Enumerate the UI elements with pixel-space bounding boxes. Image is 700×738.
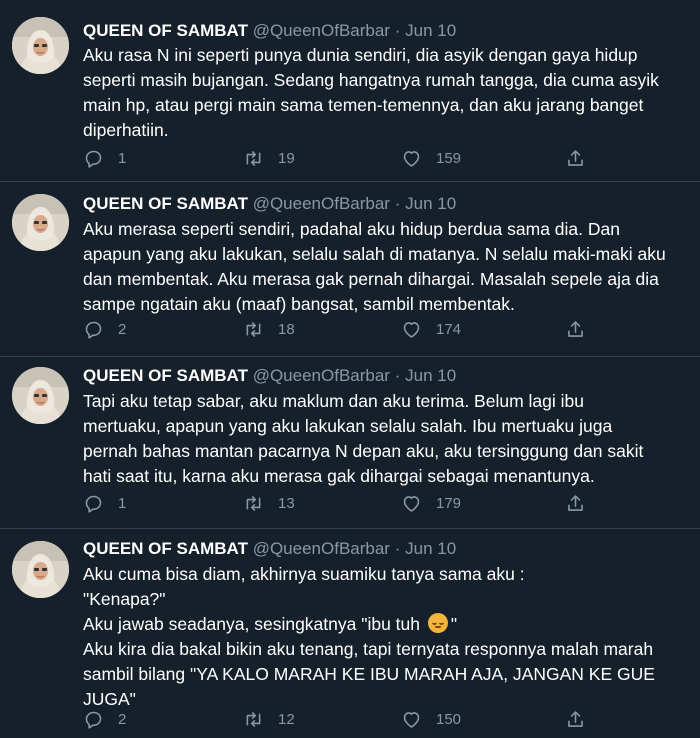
reply-count: 1 (118, 149, 127, 167)
reply-button[interactable]: 1 (83, 492, 126, 514)
author-handle[interactable]: @QueenOfBarbar (253, 366, 390, 385)
retweet-count: 13 (278, 494, 295, 512)
like-button[interactable]: 174 (401, 318, 461, 340)
share-icon (565, 709, 586, 730)
reply-icon (83, 148, 104, 169)
relieved-face-emoji-icon (427, 613, 448, 633)
retweet-button[interactable]: 19 (243, 147, 295, 169)
heart-icon (401, 709, 422, 730)
like-button[interactable]: 179 (401, 492, 461, 514)
tweet-text: Aku merasa seperti sendiri, padahal aku … (83, 219, 666, 314)
tweet-actions: 1 19 159 (83, 147, 603, 169)
tweet-actions: 2 18 174 (83, 318, 603, 340)
tweet-header: QUEEN OF SAMBAT @QueenOfBarbar · Jun 10 (83, 193, 456, 215)
author-handle[interactable]: @QueenOfBarbar (253, 194, 390, 213)
retweet-icon (243, 319, 264, 340)
tweet-actions: 1 13 179 (83, 492, 603, 514)
tweet-date[interactable]: Jun 10 (405, 539, 456, 558)
separator-dot: · (394, 194, 401, 213)
tweet-header: QUEEN OF SAMBAT @QueenOfBarbar · Jun 10 (83, 20, 456, 42)
reply-icon (83, 493, 104, 514)
like-count: 150 (436, 710, 462, 728)
tweet-date[interactable]: Jun 10 (405, 194, 456, 213)
share-icon (565, 148, 586, 169)
share-icon (565, 493, 586, 514)
tweet[interactable]: QUEEN OF SAMBAT @QueenOfBarbar · Jun 10 … (0, 0, 700, 182)
tweet-actions: 2 12 150 (83, 708, 603, 730)
avatar[interactable] (12, 367, 69, 424)
tweet-text: Tapi aku tetap sabar, aku maklum dan aku… (83, 391, 644, 486)
reply-button[interactable]: 2 (83, 708, 126, 730)
tweet-text-line: Aku jawab seadanya, sesingkatnya "ibu tu… (83, 612, 683, 637)
retweet-button[interactable]: 13 (243, 492, 295, 514)
reply-count: 2 (118, 710, 127, 728)
reply-button[interactable]: 2 (83, 318, 126, 340)
tweet[interactable]: QUEEN OF SAMBAT @QueenOfBarbar · Jun 10 … (0, 529, 700, 738)
author-name[interactable]: QUEEN OF SAMBAT (83, 21, 248, 40)
heart-icon (401, 319, 422, 340)
retweet-count: 19 (278, 149, 295, 167)
reply-icon (83, 709, 104, 730)
like-count: 174 (436, 320, 462, 338)
like-count: 159 (436, 149, 462, 167)
reply-count: 1 (118, 494, 127, 512)
retweet-count: 18 (278, 320, 295, 338)
like-button[interactable]: 150 (401, 708, 461, 730)
author-name[interactable]: QUEEN OF SAMBAT (83, 194, 248, 213)
share-icon (565, 319, 586, 340)
author-name[interactable]: QUEEN OF SAMBAT (83, 366, 248, 385)
separator-dot: · (394, 21, 401, 40)
tweet[interactable]: QUEEN OF SAMBAT @QueenOfBarbar · Jun 10 … (0, 182, 700, 357)
retweet-icon (243, 493, 264, 514)
retweet-icon (243, 709, 264, 730)
share-button[interactable] (565, 492, 586, 514)
reply-count: 2 (118, 320, 127, 338)
tweet[interactable]: QUEEN OF SAMBAT @QueenOfBarbar · Jun 10 … (0, 357, 700, 529)
retweet-button[interactable]: 12 (243, 708, 295, 730)
share-button[interactable] (565, 147, 586, 169)
tweet-date[interactable]: Jun 10 (405, 21, 456, 40)
reply-button[interactable]: 1 (83, 147, 126, 169)
author-name[interactable]: QUEEN OF SAMBAT (83, 539, 248, 558)
tweet-header: QUEEN OF SAMBAT @QueenOfBarbar · Jun 10 (83, 365, 456, 387)
reply-icon (83, 319, 104, 340)
tweet-text-line: sambil bilang "YA KALO MARAH KE IBU MARA… (83, 664, 655, 684)
separator-dot: · (394, 366, 401, 385)
tweet-text-segment: Aku jawab seadanya, sesingkatnya "ibu tu… (83, 614, 425, 634)
tweet-text-line: "Kenapa?" (83, 589, 166, 609)
separator-dot: · (394, 539, 401, 558)
like-count: 179 (436, 494, 462, 512)
like-button[interactable]: 159 (401, 147, 461, 169)
retweet-icon (243, 148, 264, 169)
tweet-date[interactable]: Jun 10 (405, 366, 456, 385)
avatar[interactable] (12, 194, 69, 251)
share-button[interactable] (565, 708, 586, 730)
heart-icon (401, 493, 422, 514)
author-handle[interactable]: @QueenOfBarbar (253, 21, 390, 40)
heart-icon (401, 148, 422, 169)
author-handle[interactable]: @QueenOfBarbar (253, 539, 390, 558)
avatar[interactable] (12, 17, 69, 74)
tweet-text-line: Aku kira dia bakal bikin aku tenang, tap… (83, 639, 654, 659)
tweet-header: QUEEN OF SAMBAT @QueenOfBarbar · Jun 10 (83, 538, 456, 560)
tweet-text-line: Aku cuma bisa diam, akhirnya suamiku tan… (83, 564, 525, 584)
avatar[interactable] (12, 541, 69, 598)
tweet-text: Aku rasa N ini seperti punya dunia sendi… (83, 45, 659, 140)
tweet-text: Aku cuma bisa diam, akhirnya suamiku tan… (83, 562, 683, 712)
share-button[interactable] (565, 318, 586, 340)
retweet-count: 12 (278, 710, 295, 728)
retweet-button[interactable]: 18 (243, 318, 295, 340)
tweet-text-segment: " (450, 614, 458, 634)
